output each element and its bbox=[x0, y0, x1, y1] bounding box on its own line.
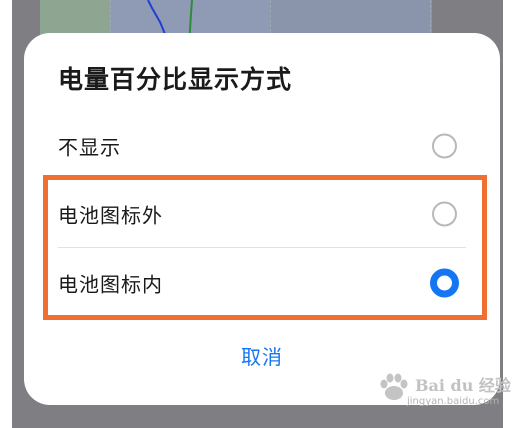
option-label: 不显示 bbox=[58, 135, 121, 160]
screen-margin-right bbox=[503, 0, 515, 428]
annotation-highlight-box bbox=[43, 175, 487, 320]
watermark: Bai du 经验 jingyan.baidu.com bbox=[377, 370, 511, 410]
radio-unchecked-icon[interactable] bbox=[432, 133, 457, 159]
dialog-title: 电量百分比显示方式 bbox=[58, 65, 293, 94]
screen-margin-left bbox=[0, 0, 12, 428]
watermark-url: jingyan.baidu.com bbox=[407, 396, 500, 407]
paw-logo-icon bbox=[380, 373, 408, 400]
watermark-brand: Bai du 经验 bbox=[415, 376, 511, 395]
option-hide[interactable]: 不显示 bbox=[24, 113, 500, 179]
